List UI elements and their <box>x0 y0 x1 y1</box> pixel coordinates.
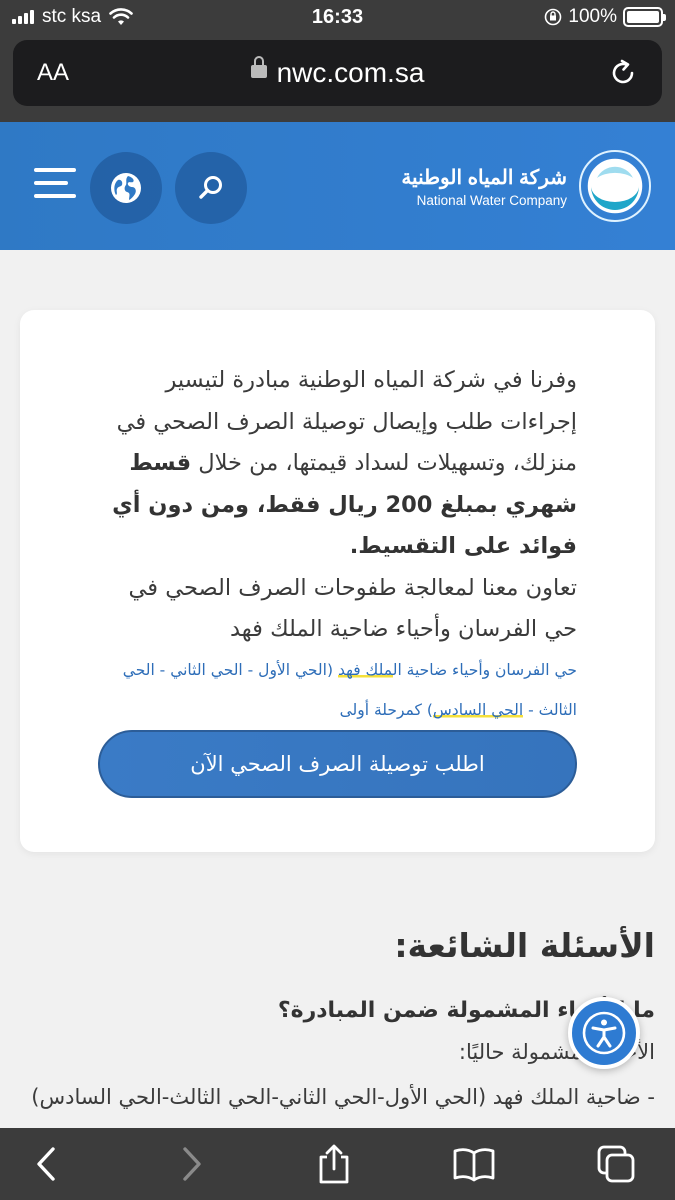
back-icon <box>37 1147 55 1181</box>
logo-arabic: شركة المياه الوطنية <box>401 166 567 189</box>
battery-percent: 100% <box>568 6 617 27</box>
faq-question[interactable]: ما الأحياء المشمولة ضمن المبادرة؟ <box>15 998 655 1023</box>
browser-toolbar <box>0 1128 675 1200</box>
note-highlight-2: الحي السادس <box>432 701 524 719</box>
forward-icon <box>183 1147 201 1181</box>
status-bar: stc ksa 16:33 100% <box>0 0 675 36</box>
share-button[interactable] <box>312 1142 356 1186</box>
back-button[interactable] <box>24 1142 68 1186</box>
tabs-icon <box>597 1145 635 1183</box>
lock-icon <box>250 56 267 79</box>
districts-note: حي الفرسان وأحياء ضاحية الملك فهد (الحي … <box>94 650 577 730</box>
status-bar-right: 100% <box>544 6 666 28</box>
initiative-text: وفرنا في شركة المياه الوطنية مبادرة لتيس… <box>100 360 577 651</box>
url-field[interactable]: nwc.com.sa <box>13 56 662 89</box>
company-logo[interactable]: شركة المياه الوطنية National Water Compa… <box>401 148 653 224</box>
site-header: شركة المياه الوطنية National Water Compa… <box>0 122 675 250</box>
url-text: nwc.com.sa <box>276 57 425 88</box>
browser-top-bar: AA nwc.com.sa <box>0 36 675 122</box>
note-highlight-1: ملك فهد <box>337 661 393 679</box>
logo-english: National Water Company <box>416 192 567 208</box>
water-drop-logo-icon <box>579 150 651 222</box>
bookmarks-button[interactable] <box>452 1142 496 1186</box>
share-icon <box>319 1144 349 1184</box>
note-part-1: حي الفرسان وأحياء ضاحية ال <box>392 661 577 679</box>
forward-button[interactable] <box>170 1142 214 1186</box>
initiative-card: وفرنا في شركة المياه الوطنية مبادرة لتيس… <box>20 310 655 852</box>
address-bar[interactable]: AA nwc.com.sa <box>13 40 662 106</box>
battery-icon <box>623 7 666 27</box>
accessibility-icon <box>582 1011 626 1055</box>
accessibility-button[interactable] <box>568 997 640 1069</box>
menu-icon[interactable] <box>34 168 76 204</box>
request-connection-button[interactable]: اطلب توصيلة الصرف الصحي الآن <box>98 730 577 798</box>
faq-title: الأسئلة الشائعة: <box>394 926 655 965</box>
search-icon <box>199 176 222 199</box>
globe-icon <box>111 173 141 203</box>
logo-text: شركة المياه الوطنية National Water Compa… <box>401 165 567 208</box>
initiative-body: تعاون معنا لمعالجة طفوحات الصرف الصحي في… <box>128 574 577 643</box>
faq-answer-text: - ضاحية الملك فهد (الحي الأول-الحي الثان… <box>31 1085 655 1109</box>
tabs-button[interactable] <box>594 1142 638 1186</box>
language-button[interactable] <box>90 152 162 224</box>
faq-answer-heading: الأحياء المشمولة حاليًا: <box>458 1040 655 1064</box>
search-button[interactable] <box>175 152 247 224</box>
reload-icon[interactable] <box>608 58 638 88</box>
note-part-5: ) كمرحلة أولى <box>339 701 433 719</box>
orientation-lock-icon <box>545 8 562 26</box>
bookmarks-icon <box>453 1148 495 1182</box>
